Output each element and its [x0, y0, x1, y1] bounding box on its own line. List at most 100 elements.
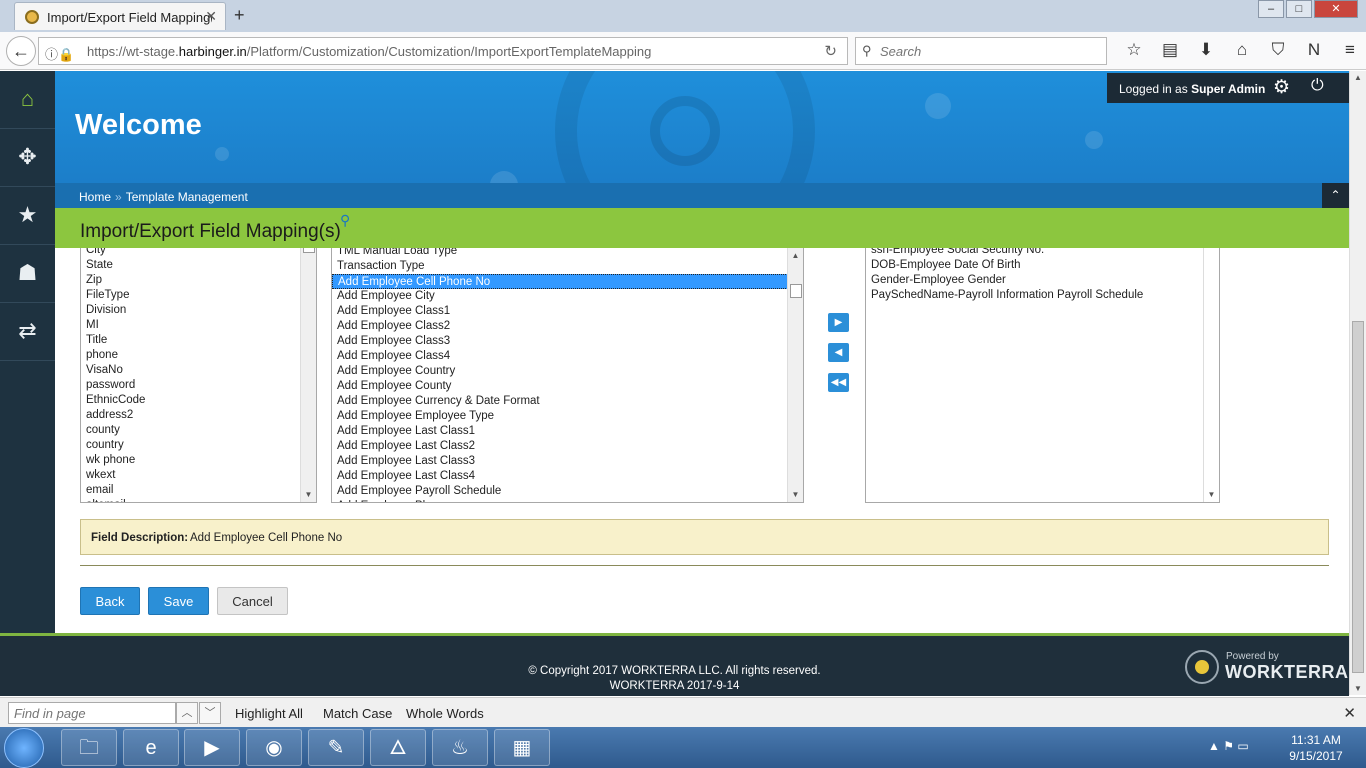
list-item[interactable]: EthnicCode: [81, 393, 301, 408]
list-item[interactable]: ssn-Employee Social Security No.: [866, 248, 1204, 258]
list-item[interactable]: Add Employee Country: [332, 364, 788, 379]
network-icon[interactable]: ▭: [1237, 739, 1248, 753]
list-item[interactable]: password: [81, 378, 301, 393]
list-item[interactable]: Title: [81, 333, 301, 348]
sidebar-item-transfer[interactable]: ⇄: [0, 303, 55, 361]
list-item[interactable]: Add Employee Last Class4: [332, 469, 788, 484]
scrollbar[interactable]: ▼: [1203, 248, 1219, 502]
browser-search-box[interactable]: ⚲: [855, 37, 1107, 65]
list-item[interactable]: Add Employee Phone: [332, 499, 788, 502]
chrome-icon[interactable]: ◉: [246, 729, 302, 766]
whole-words-toggle[interactable]: Whole Words: [406, 706, 484, 721]
move-all-left-button[interactable]: ◀◀: [828, 373, 849, 392]
close-icon[interactable]: ✕: [1343, 704, 1356, 722]
scroll-up-icon[interactable]: ▲: [1354, 73, 1362, 82]
scroll-down-icon[interactable]: ▼: [1204, 488, 1219, 502]
site-info-icon[interactable]: ⓘ🔒: [45, 44, 74, 63]
list-item[interactable]: City: [81, 248, 301, 258]
scrollbar[interactable]: ▼: [300, 248, 316, 502]
find-previous-button[interactable]: ︿: [176, 702, 198, 724]
url-bar[interactable]: ⓘ🔒 https://wt-stage.harbinger.in/Platfor…: [38, 37, 848, 65]
save-button[interactable]: Save: [148, 587, 209, 615]
list-item[interactable]: Add Employee City: [332, 289, 788, 304]
list-item[interactable]: Add Employee Payroll Schedule: [332, 484, 788, 499]
find-in-page-input[interactable]: [8, 702, 176, 724]
reload-icon[interactable]: ↻: [824, 42, 837, 60]
bookmark-star-icon[interactable]: ☆: [1116, 40, 1152, 60]
list-item[interactable]: State: [81, 258, 301, 273]
list-item[interactable]: Add Employee Class1: [332, 304, 788, 319]
internet-explorer-icon[interactable]: e: [123, 729, 179, 766]
list-item[interactable]: Add Employee County: [332, 379, 788, 394]
back-arrow-icon[interactable]: ←: [6, 36, 36, 66]
sidebar-item-admin-users[interactable]: ★: [0, 187, 55, 245]
template-field-list[interactable]: TML Manual Load Type Transaction Type Add …: [331, 248, 804, 503]
mapped-field-list[interactable]: ssn-Employee Social Security No. DOB-Empl…: [865, 248, 1220, 503]
list-item[interactable]: Transaction Type: [332, 259, 788, 274]
list-item[interactable]: wkext: [81, 468, 301, 483]
firefox-icon[interactable]: 🜂: [370, 729, 426, 766]
extension-icon[interactable]: N: [1296, 40, 1332, 60]
window-close-button[interactable]: ✕: [1314, 0, 1358, 18]
maximize-button[interactable]: □: [1286, 0, 1312, 18]
list-item[interactable]: Add Employee Class2: [332, 319, 788, 334]
scroll-down-icon[interactable]: ▼: [1354, 684, 1362, 693]
list-item[interactable]: address2: [81, 408, 301, 423]
list-item[interactable]: TML Manual Load Type: [332, 248, 788, 259]
list-item[interactable]: VisaNo: [81, 363, 301, 378]
scrollbar-thumb[interactable]: [1352, 321, 1364, 673]
scroll-down-icon[interactable]: ▼: [788, 488, 803, 502]
breadcrumb-home-link[interactable]: Home: [79, 190, 111, 204]
back-button[interactable]: Back: [80, 587, 140, 615]
list-item[interactable]: PaySchedName-Payroll Information Payroll…: [866, 288, 1204, 303]
notepad-icon[interactable]: ✎: [308, 729, 364, 766]
list-item[interactable]: FileType: [81, 288, 301, 303]
page-scrollbar[interactable]: ▲ ▼: [1349, 71, 1366, 695]
list-item[interactable]: Add Employee Cell Phone No: [332, 274, 788, 289]
list-item[interactable]: altemail: [81, 498, 301, 502]
media-player-icon[interactable]: ▶: [184, 729, 240, 766]
pocket-icon[interactable]: ⛉: [1260, 40, 1296, 60]
list-item[interactable]: phone: [81, 348, 301, 363]
scrollbar-thumb[interactable]: [303, 248, 315, 253]
cancel-button[interactable]: Cancel: [217, 587, 288, 615]
menu-icon[interactable]: ≡: [1332, 40, 1366, 60]
list-item[interactable]: email: [81, 483, 301, 498]
list-item[interactable]: Add Employee Employee Type: [332, 409, 788, 424]
list-item[interactable]: wk phone: [81, 453, 301, 468]
list-item[interactable]: Add Employee Currency & Date Format: [332, 394, 788, 409]
browser-search-input[interactable]: [880, 42, 1100, 60]
find-next-button[interactable]: ﹀: [199, 702, 221, 724]
sidebar-item-users[interactable]: ☗: [0, 245, 55, 303]
scrollbar-thumb[interactable]: [790, 284, 802, 298]
new-tab-icon[interactable]: +: [234, 5, 245, 26]
flag-icon[interactable]: ⚑: [1223, 739, 1234, 753]
flame-app-icon[interactable]: ♨: [432, 729, 488, 766]
power-icon[interactable]: ⏻: [1311, 77, 1324, 95]
list-item[interactable]: Zip: [81, 273, 301, 288]
source-field-list[interactable]: City State Zip FileType Division MI Title phone…: [80, 248, 317, 503]
spreadsheet-icon[interactable]: ▦: [494, 729, 550, 766]
list-item[interactable]: Gender-Employee Gender: [866, 273, 1204, 288]
list-item[interactable]: Add Employee Last Class3: [332, 454, 788, 469]
tray-expand-icon[interactable]: ▲: [1208, 739, 1220, 753]
home-icon[interactable]: ⌂: [1224, 40, 1260, 60]
download-icon[interactable]: ⬇: [1188, 40, 1224, 60]
start-button[interactable]: [4, 728, 44, 768]
move-left-button[interactable]: ◀: [828, 343, 849, 362]
collapse-header-button[interactable]: ⌃: [1322, 183, 1349, 208]
scrollbar[interactable]: ▲ ▼: [787, 248, 803, 502]
move-right-button[interactable]: ▶: [828, 313, 849, 332]
list-item[interactable]: Add Employee Last Class1: [332, 424, 788, 439]
tab-close-icon[interactable]: ✕: [205, 8, 217, 25]
list-item[interactable]: MI: [81, 318, 301, 333]
gear-icon[interactable]: ⚙: [1273, 76, 1290, 99]
browser-tab[interactable]: Import/Export Field Mapping( ✕: [14, 2, 226, 30]
reader-icon[interactable]: ▤: [1152, 40, 1188, 60]
list-item[interactable]: country: [81, 438, 301, 453]
list-item[interactable]: DOB-Employee Date Of Birth: [866, 258, 1204, 273]
list-item[interactable]: Division: [81, 303, 301, 318]
search-icon[interactable]: ⚲: [340, 212, 350, 229]
sidebar-item-home[interactable]: ⌂: [0, 71, 55, 129]
match-case-toggle[interactable]: Match Case: [323, 706, 392, 721]
